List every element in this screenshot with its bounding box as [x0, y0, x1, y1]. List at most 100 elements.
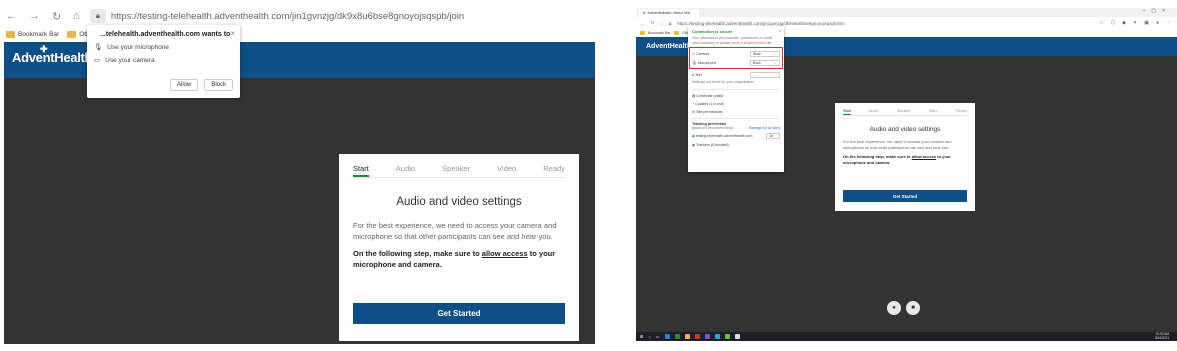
popup-title: ...telehealth.adventhealth.com wants to: [100, 31, 231, 38]
lock-icon[interactable]: 🔒︎: [89, 9, 106, 23]
star-icon[interactable]: ☆: [1099, 20, 1103, 26]
tracking-select[interactable]: On: [766, 132, 780, 139]
extension-icon[interactable]: ⬡: [1111, 20, 1115, 26]
browser-tab[interactable]: ● AdventHealth Video Visi: [639, 8, 699, 17]
block-button[interactable]: Block: [204, 79, 233, 91]
microphone-icon: ●: [892, 305, 896, 311]
trackers-link[interactable]: ◉ Trackers (0 blocked): [692, 143, 780, 147]
folder-icon[interactable]: [684, 334, 690, 339]
back-icon[interactable]: ←: [640, 21, 645, 26]
step-tabs: Start Audio Speaker Video Ready: [843, 109, 967, 115]
settings-card: Start Audio Speaker Video Ready Audio an…: [339, 154, 579, 341]
permission-row: A Text ⌄: [692, 72, 780, 78]
allow-access-link: allow access: [911, 154, 937, 159]
site-info-popup: × Connection is secure Your information …: [688, 26, 784, 172]
taskbar-clock[interactable]: 10:53 AM 3/24/2021: [1155, 332, 1169, 340]
text-subtext: Settings not block for your organization: [692, 80, 755, 84]
forward-icon[interactable]: →: [29, 10, 40, 22]
lock-icon[interactable]: 🔒︎: [669, 21, 671, 26]
permission-row: ▭ Camera Block ⌄: [692, 51, 780, 57]
step-speaker[interactable]: Speaker: [896, 109, 910, 113]
home-icon[interactable]: ⌂: [660, 21, 663, 26]
folder-icon: [6, 31, 15, 39]
window-controls[interactable]: –▢×: [1143, 8, 1171, 14]
task-view-icon[interactable]: ▭: [656, 334, 660, 339]
home-icon[interactable]: ⌂: [73, 10, 80, 22]
permission-row: 🎙︎ Microphone Block ⌄: [692, 60, 780, 66]
chevron-down-icon: ⌄: [774, 61, 777, 65]
camera-toggle[interactable]: ■: [906, 301, 920, 315]
app-icon[interactable]: [724, 334, 730, 339]
search-icon[interactable]: ○: [648, 334, 650, 339]
step-start[interactable]: Start: [353, 164, 369, 177]
app-icon[interactable]: [704, 334, 710, 339]
app-icon[interactable]: [664, 334, 670, 339]
tracking-row: Balanced (recommended) Manage for all sit…: [692, 125, 780, 130]
microphone-toggle[interactable]: ●: [887, 301, 901, 315]
chevron-down-icon: ⌄: [753, 73, 756, 77]
step-audio[interactable]: Audio: [869, 109, 879, 113]
settings-card: Start Audio Speaker Video Ready Audio an…: [835, 103, 975, 211]
site-permissions-link[interactable]: ⚙ Site permissions: [692, 110, 780, 114]
get-started-button[interactable]: Get Started: [843, 190, 967, 202]
app-icon[interactable]: [734, 334, 740, 339]
extension-icon[interactable]: ◆: [1122, 20, 1126, 26]
bookmark-item[interactable]: Bookmark Bar: [640, 31, 670, 36]
card-instruction: On the following step, make sure to allo…: [353, 249, 556, 269]
text-select[interactable]: ⌄: [750, 72, 780, 78]
manage-link[interactable]: Manage for all sites: [749, 126, 780, 130]
extension-icons: ☆ ⬡ ◆ ✦ ▣ ● ⋯: [1099, 17, 1171, 29]
divider: [692, 88, 780, 90]
logo[interactable]: AdventHealth: [646, 43, 691, 50]
microphone-icon: 🎙︎: [94, 44, 103, 51]
collections-icon[interactable]: ▣: [1144, 20, 1149, 26]
profile-icon[interactable]: ●: [1156, 20, 1159, 26]
back-icon[interactable]: ←: [6, 10, 17, 22]
step-video[interactable]: Video: [497, 164, 516, 173]
step-audio[interactable]: Audio: [396, 164, 415, 173]
card-description: For the best experience, we need to acce…: [843, 139, 952, 150]
step-video[interactable]: Video: [928, 109, 938, 113]
microphone-select[interactable]: Block ⌄: [750, 60, 780, 66]
left-browser-window: ← → ↻ ⌂ 🔒︎ https://testing-telehealth.ad…: [4, 4, 595, 344]
edge-icon[interactable]: [714, 334, 720, 339]
step-ready[interactable]: Ready: [956, 109, 967, 113]
step-tabs: Start Audio Speaker Video Ready: [353, 164, 565, 177]
popup-header: Connection is secure: [692, 29, 733, 34]
right-browser-window: ● AdventHealth Video Visi –▢× ← ↻ ⌂ 🔒︎ ht…: [636, 8, 1177, 341]
camera-select[interactable]: Block ⌄: [750, 51, 780, 57]
allow-access-link: allow access: [481, 249, 528, 258]
permission-popup: ...telehealth.adventhealth.com wants to …: [87, 25, 240, 98]
divider: [843, 115, 967, 116]
step-start[interactable]: Start: [843, 109, 852, 115]
app-icon[interactable]: [694, 334, 700, 339]
get-started-button[interactable]: Get Started: [353, 303, 565, 324]
url-field[interactable]: https://testing-telehealth.adventhealth.…: [111, 11, 464, 22]
allow-button[interactable]: Allow: [169, 79, 199, 91]
extension-icon[interactable]: ✦: [1133, 20, 1137, 26]
cookies-link[interactable]: ◔ Cookies (1 in use): [692, 102, 780, 106]
card-title: Audio and video settings: [869, 126, 941, 133]
taskbar: ⊞ ○ ▭: [636, 332, 1177, 341]
bookmark-item[interactable]: Bookmark Bar: [6, 31, 59, 39]
close-icon[interactable]: ×: [230, 29, 235, 38]
popup-buttons: Allow Block: [169, 79, 233, 91]
url-field[interactable]: https://testing-telehealth.adventhealth.…: [677, 21, 844, 26]
card-title: Audio and video settings: [396, 196, 522, 208]
windows-start-icon[interactable]: ⊞: [640, 334, 643, 339]
divider: [692, 117, 780, 119]
card-instruction: On the following step, make sure to allo…: [843, 154, 951, 165]
logo[interactable]: ✚ AdventHealth: [12, 44, 93, 65]
camera-icon: ■: [911, 305, 915, 311]
certificate-link[interactable]: ▤ Certificate (valid): [692, 94, 780, 98]
refresh-icon[interactable]: ↻: [651, 20, 655, 26]
close-icon[interactable]: ×: [779, 28, 781, 33]
refresh-icon[interactable]: ↻: [52, 10, 61, 23]
app-icon[interactable]: [674, 334, 680, 339]
popup-subtext: Your information (for example, passwords…: [692, 36, 773, 45]
menu-icon[interactable]: ⋯: [1166, 20, 1171, 26]
permission-item: 🎙︎ Use your microphone: [94, 43, 170, 52]
step-speaker[interactable]: Speaker: [442, 164, 470, 173]
permission-item: ▭ Use your camera: [94, 56, 155, 65]
step-ready[interactable]: Ready: [543, 164, 565, 173]
